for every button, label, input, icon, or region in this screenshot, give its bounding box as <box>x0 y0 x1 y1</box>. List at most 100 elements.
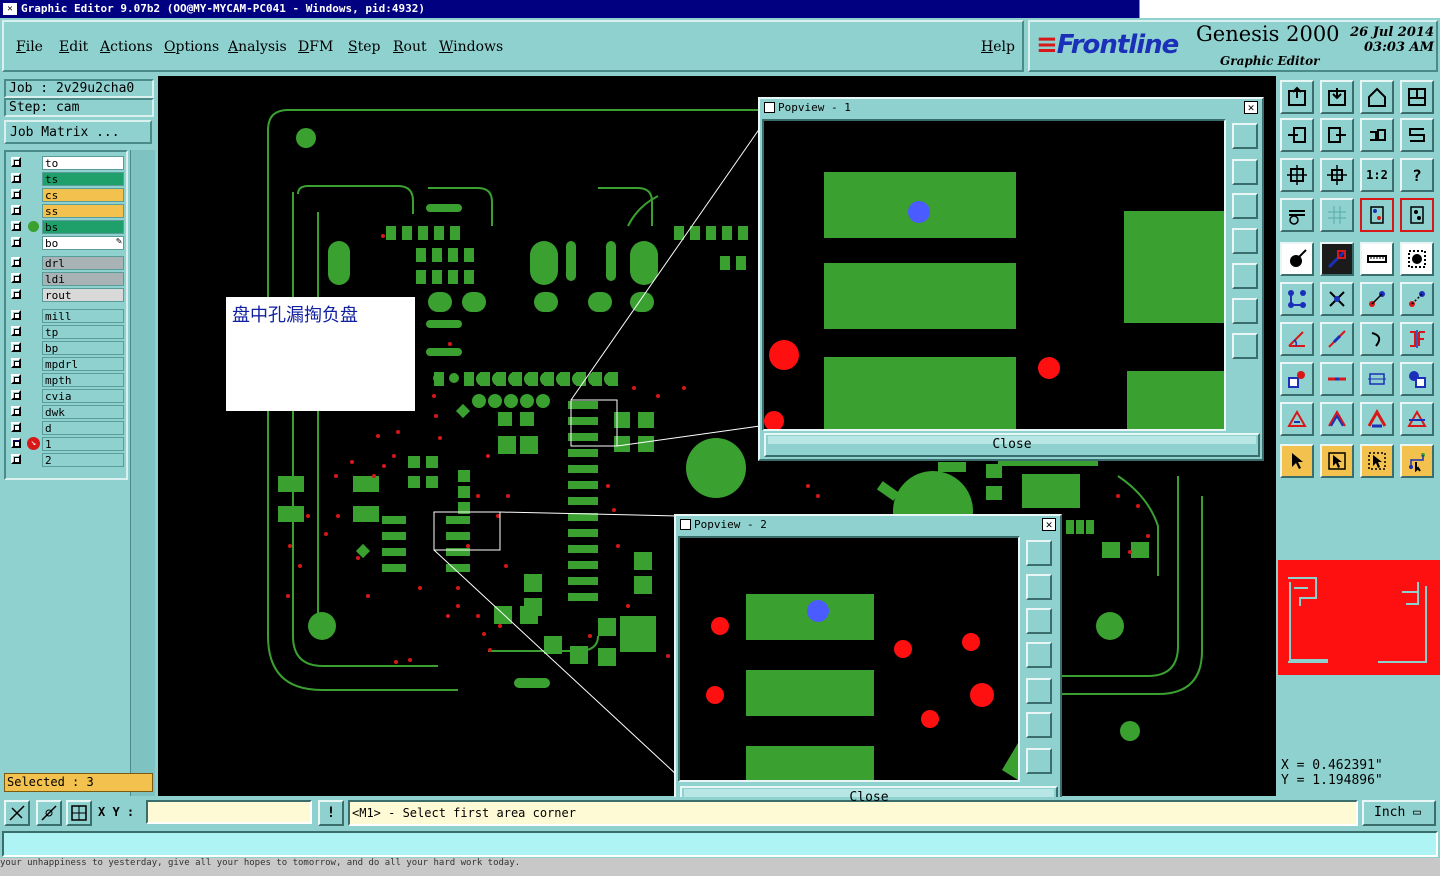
pan-up-icon[interactable] <box>1232 159 1258 185</box>
popview-2-canvas[interactable] <box>678 536 1020 782</box>
popview-1-close-button[interactable]: Close <box>764 433 1260 457</box>
draw-line-icon[interactable] <box>1320 242 1354 276</box>
layer-checkbox[interactable] <box>11 422 21 432</box>
layer-checkbox[interactable] <box>11 157 21 167</box>
layer-checkbox[interactable] <box>11 390 21 400</box>
surface-edit-icon[interactable] <box>1400 402 1434 436</box>
pan-right-icon[interactable] <box>1232 263 1258 289</box>
layer-checkbox[interactable] <box>11 173 21 183</box>
redraw-icon[interactable] <box>1400 118 1434 152</box>
pan-up-icon[interactable] <box>1026 574 1052 600</box>
display-fill-icon[interactable] <box>1400 198 1434 232</box>
snap-grid-icon[interactable] <box>36 800 62 826</box>
zoom-in-icon[interactable] <box>1232 298 1258 324</box>
pan-left-icon[interactable] <box>1026 642 1052 668</box>
alert-icon[interactable]: ! <box>318 800 344 826</box>
layer-row[interactable]: cvia <box>8 389 126 403</box>
close-icon[interactable]: ✕ <box>1244 101 1258 114</box>
pan-right-icon[interactable] <box>1320 118 1354 152</box>
layer-checkbox[interactable] <box>11 237 21 247</box>
menu-edit[interactable]: Edit <box>59 39 88 55</box>
pointer-net-icon[interactable] <box>1400 444 1434 478</box>
layer-checkbox[interactable] <box>11 374 21 384</box>
layer-row[interactable]: to <box>8 156 126 170</box>
pan-left-icon[interactable] <box>1280 118 1314 152</box>
menu-rout[interactable]: Rout <box>393 39 427 55</box>
pan-down-icon[interactable] <box>1232 193 1258 219</box>
surface-icon[interactable] <box>1360 402 1394 436</box>
layer-settings-icon[interactable] <box>1280 198 1314 232</box>
snap-off-icon[interactable] <box>4 800 30 826</box>
copy-pad-icon[interactable] <box>1400 282 1434 316</box>
popview-1-canvas[interactable] <box>762 119 1226 431</box>
menu-actions[interactable]: Actions <box>100 39 153 55</box>
layer-checkbox[interactable] <box>11 310 21 320</box>
menu-windows[interactable]: Windows <box>439 39 503 55</box>
close-icon[interactable]: ✕ <box>1042 518 1056 531</box>
angle-icon[interactable] <box>1280 322 1314 356</box>
zoom-out-icon[interactable] <box>1026 748 1052 774</box>
pointer-icon[interactable] <box>1280 444 1314 478</box>
layer-row[interactable]: bo ✎ <box>8 236 126 250</box>
zoom-center-icon[interactable] <box>1320 158 1354 192</box>
layer-row[interactable]: mpdrl <box>8 357 126 371</box>
polygon-cut-icon[interactable] <box>1320 402 1354 436</box>
pan-left-icon[interactable] <box>1232 228 1258 254</box>
menu-options[interactable]: Options <box>164 39 219 55</box>
pointer-select-icon[interactable] <box>1360 444 1394 478</box>
select-area-icon[interactable] <box>1400 242 1434 276</box>
layer-row[interactable]: cs <box>8 188 126 202</box>
layer-row[interactable]: d <box>8 421 126 435</box>
pad-snap-icon[interactable] <box>1280 362 1314 396</box>
scale-one-to-two-icon[interactable]: 1:2 <box>1360 158 1394 192</box>
layer-row[interactable]: mpth <box>8 373 126 387</box>
connect-pads-icon[interactable] <box>1280 282 1314 316</box>
zoom-out-icon[interactable] <box>1232 333 1258 359</box>
layer-row[interactable]: dwk <box>8 405 126 419</box>
layer-checkbox[interactable] <box>11 205 21 215</box>
pan-down-icon[interactable] <box>1026 608 1052 634</box>
window-icon[interactable] <box>1400 80 1434 114</box>
undo-zoom-icon[interactable] <box>1360 118 1394 152</box>
layer-row[interactable]: bs <box>8 220 126 234</box>
line-tool-icon[interactable] <box>1320 322 1354 356</box>
board-overview-map[interactable] <box>1278 560 1440 675</box>
layer-checkbox[interactable] <box>11 454 21 464</box>
move-pad-icon[interactable] <box>1360 282 1394 316</box>
home-icon[interactable] <box>1360 80 1394 114</box>
layer-row[interactable]: ss <box>8 204 126 218</box>
layer-row[interactable]: drl <box>8 256 126 270</box>
layer-checkbox[interactable] <box>11 358 21 368</box>
help-icon[interactable]: ? <box>1400 158 1434 192</box>
pan-right-icon[interactable] <box>1026 678 1052 704</box>
group-icon[interactable] <box>1400 362 1434 396</box>
layer-checkbox[interactable] <box>11 342 21 352</box>
measure-distance-icon[interactable] <box>1360 362 1394 396</box>
polygon-icon[interactable] <box>1280 402 1314 436</box>
ruler-icon[interactable] <box>1360 242 1394 276</box>
layer-checkbox[interactable] <box>11 326 21 336</box>
arc-icon[interactable] <box>1360 322 1394 356</box>
zoom-in-icon[interactable] <box>1026 712 1052 738</box>
layer-row[interactable]: ts <box>8 172 126 186</box>
layer-row[interactable]: rout <box>8 288 126 302</box>
xy-input[interactable] <box>146 800 312 824</box>
grid-icon[interactable] <box>1320 198 1354 232</box>
job-matrix-button[interactable]: Job Matrix ... <box>4 120 152 144</box>
add-feature-icon[interactable] <box>1280 242 1314 276</box>
layer-checkbox[interactable] <box>11 273 21 283</box>
units-dropdown[interactable]: Inch ▭ <box>1362 800 1436 826</box>
display-mode-icon[interactable] <box>1360 198 1394 232</box>
menu-help[interactable]: Help <box>981 39 1015 55</box>
layer-row[interactable]: bp <box>8 341 126 355</box>
pointer-box-icon[interactable] <box>1320 444 1354 478</box>
layer-row[interactable]: mill <box>8 309 126 323</box>
cross-icon[interactable] <box>1320 282 1354 316</box>
line-break-icon[interactable] <box>1320 362 1354 396</box>
zoom-fit-icon[interactable] <box>1232 123 1258 149</box>
zoom-fit-icon[interactable] <box>1280 158 1314 192</box>
zoom-fit-icon[interactable] <box>1026 540 1052 566</box>
layer-row[interactable]: ↘ 1 <box>8 437 126 451</box>
layer-row[interactable]: 2 <box>8 453 126 467</box>
layer-checkbox[interactable] <box>11 221 21 231</box>
